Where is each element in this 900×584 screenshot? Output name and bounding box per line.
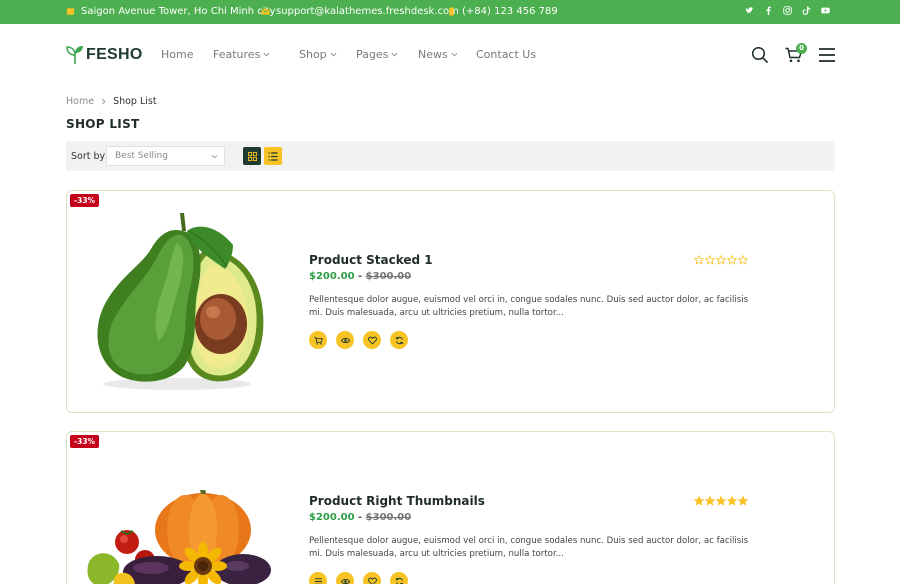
- sort-select-value: Best Selling: [115, 151, 168, 161]
- product-description: Pellentesque dolor augue, euismod vel or…: [309, 536, 749, 559]
- instagram-icon[interactable]: [783, 6, 792, 15]
- nav-item-home[interactable]: Home: [161, 48, 213, 61]
- phone-icon: [449, 7, 454, 16]
- star-filled-icon: [716, 496, 726, 506]
- list-view-icon: [268, 151, 278, 161]
- product-price: $200.00 - $300.00: [309, 512, 411, 523]
- chevron-down-icon: [451, 52, 458, 57]
- nav-item-pages[interactable]: Pages: [356, 48, 418, 61]
- star-empty-icon: [716, 255, 726, 265]
- breadcrumb: Home Shop List: [66, 96, 157, 107]
- brand-logo[interactable]: FESHO: [66, 45, 143, 65]
- quick-view-icon: [340, 337, 350, 343]
- main-nav: Home Features Shop Pages News Contact Us: [161, 48, 536, 61]
- page-title: SHOP LIST: [66, 117, 140, 131]
- select-options-button[interactable]: [309, 572, 327, 584]
- email-icon: [261, 8, 270, 15]
- shop-toolbar: Sort by Best Selling: [66, 141, 835, 171]
- old-price: $300.00: [365, 512, 412, 523]
- star-empty-icon: [727, 255, 737, 265]
- leaf-logo-icon: [66, 46, 83, 64]
- chevron-down-icon: [391, 52, 398, 57]
- tiktok-icon[interactable]: [802, 6, 811, 15]
- breadcrumb-home[interactable]: Home: [66, 96, 94, 107]
- price-separator: -: [358, 512, 363, 523]
- brand-name: FESHO: [86, 46, 143, 63]
- product-name[interactable]: Product Right Thumbnails: [309, 494, 485, 508]
- product-card[interactable]: -33% Product Stacked 1 $200.00 - $300.00…: [66, 190, 835, 413]
- compare-icon: [395, 577, 403, 584]
- star-filled-icon: [705, 496, 715, 506]
- search-icon[interactable]: [751, 46, 769, 64]
- product-image[interactable]: [85, 490, 275, 584]
- wishlist-button[interactable]: [363, 331, 381, 349]
- top-address: Saigon Avenue Tower, Ho Chi Minh city: [66, 6, 275, 17]
- star-filled-icon: [694, 496, 704, 506]
- top-bar: Saigon Avenue Tower, Ho Chi Minh city su…: [0, 0, 900, 24]
- map-icon: [66, 7, 75, 16]
- social-links: [745, 6, 830, 15]
- product-name[interactable]: Product Stacked 1: [309, 253, 433, 267]
- star-empty-icon: [705, 255, 715, 265]
- product-card[interactable]: -33% Product Right Thumbnails $200.00 - …: [66, 431, 835, 584]
- price-separator: -: [358, 271, 363, 282]
- sort-label: Sort by: [71, 151, 106, 162]
- sort-select[interactable]: Best Selling: [106, 146, 225, 166]
- cart-icon: [313, 336, 323, 345]
- star-empty-icon: [738, 255, 748, 265]
- product-price: $200.00 - $300.00: [309, 271, 411, 282]
- twitter-icon[interactable]: [745, 6, 754, 15]
- grid-view-icon: [247, 151, 257, 161]
- compare-icon: [395, 336, 403, 344]
- wishlist-icon: [367, 336, 377, 345]
- nav-item-contact-us[interactable]: Contact Us: [476, 48, 536, 61]
- quick-view-button[interactable]: [336, 572, 354, 584]
- star-empty-icon: [694, 255, 704, 265]
- top-phone[interactable]: (+84) 123 456 789: [447, 6, 558, 17]
- discount-badge: -33%: [70, 435, 100, 448]
- product-description: Pellentesque dolor augue, euismod vel or…: [309, 295, 749, 318]
- youtube-icon[interactable]: [821, 6, 830, 15]
- chevron-right-icon: [101, 98, 106, 105]
- breadcrumb-current: Shop List: [113, 96, 157, 107]
- cart-count-badge: 0: [796, 43, 807, 54]
- star-filled-icon: [738, 496, 748, 506]
- grid-view-button[interactable]: [243, 147, 261, 165]
- add-to-cart-button[interactable]: [309, 331, 327, 349]
- star-filled-icon: [727, 496, 737, 506]
- list-view-button[interactable]: [264, 147, 282, 165]
- current-price: $200.00: [309, 271, 355, 282]
- wishlist-button[interactable]: [363, 572, 381, 584]
- nav-item-shop[interactable]: Shop: [299, 48, 356, 61]
- discount-badge: -33%: [70, 194, 100, 207]
- nav-item-news[interactable]: News: [418, 48, 476, 61]
- wishlist-icon: [367, 577, 377, 584]
- list-icon: [314, 577, 322, 584]
- rating-stars: [694, 255, 748, 265]
- nav-item-features[interactable]: Features: [213, 48, 299, 61]
- compare-button[interactable]: [390, 331, 408, 349]
- old-price: $300.00: [365, 271, 412, 282]
- chevron-down-icon: [211, 154, 218, 159]
- product-image[interactable]: [85, 209, 269, 391]
- menu-icon[interactable]: [819, 48, 835, 62]
- quick-view-icon: [340, 578, 350, 584]
- rating-stars: [694, 496, 748, 506]
- product-actions: [309, 331, 408, 349]
- facebook-icon[interactable]: [764, 6, 773, 15]
- chevron-down-icon: [330, 52, 337, 57]
- current-price: $200.00: [309, 512, 355, 523]
- product-actions: [309, 572, 408, 584]
- chevron-down-icon: [263, 52, 270, 57]
- top-email[interactable]: support@kalathemes.freshdesk.com: [261, 6, 459, 17]
- compare-button[interactable]: [390, 572, 408, 584]
- quick-view-button[interactable]: [336, 331, 354, 349]
